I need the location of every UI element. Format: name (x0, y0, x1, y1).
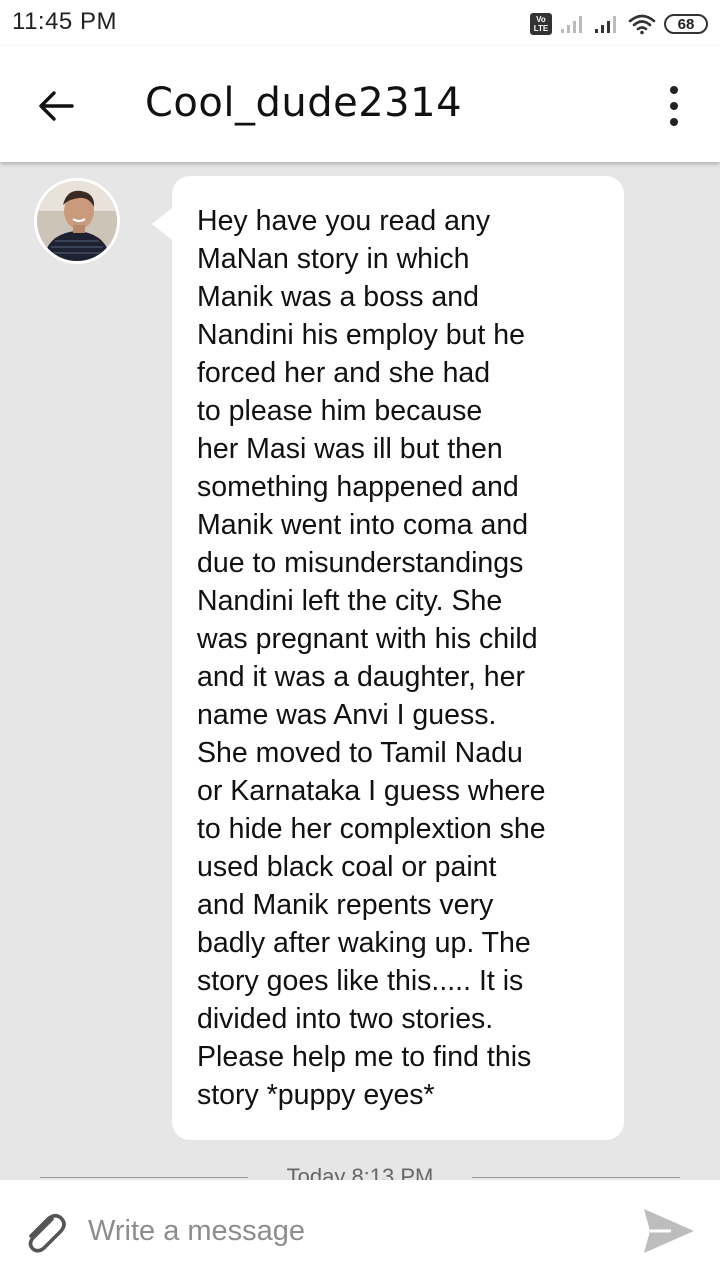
volte-icon: Vo LTE (530, 13, 552, 35)
more-vertical-icon-dot (670, 102, 678, 110)
bubble-tail (152, 208, 172, 240)
date-divider: Today 8:13 PM (40, 1160, 680, 1180)
attach-button[interactable] (16, 1204, 72, 1260)
avatar-image (37, 181, 117, 261)
more-options-button[interactable] (662, 86, 686, 126)
chat-area[interactable]: Hey have you read any MaNan story in whi… (0, 162, 720, 1180)
message-input[interactable] (88, 1206, 608, 1256)
status-icons: Vo LTE 68 (530, 10, 708, 38)
avatar[interactable] (34, 178, 120, 264)
message-text: Hey have you read any MaNan story in whi… (197, 205, 546, 1111)
arrow-left-icon (39, 91, 74, 121)
page-title: Cool_dude2314 (145, 80, 463, 126)
paperclip-icon (28, 1213, 66, 1253)
back-button[interactable] (30, 84, 82, 128)
status-time: 11:45 PM (12, 8, 117, 35)
wifi-icon (628, 14, 656, 35)
divider-line-right (472, 1177, 680, 1178)
signal-icon-sim2 (595, 16, 616, 33)
more-vertical-icon-dot (670, 86, 678, 94)
volte-label-bottom: LTE (533, 24, 549, 33)
volte-label-top: Vo (536, 15, 546, 24)
send-button[interactable] (640, 1202, 698, 1260)
message-bubble[interactable]: Hey have you read any MaNan story in whi… (152, 176, 624, 1140)
status-bar: 11:45 PM Vo LTE 68 (0, 0, 720, 46)
send-icon (644, 1209, 694, 1253)
app-bar: Cool_dude2314 (0, 46, 720, 162)
more-vertical-icon-dot (670, 118, 678, 126)
battery-icon: 68 (664, 14, 708, 34)
signal-icon-sim1 (561, 16, 582, 33)
battery-level: 68 (677, 15, 695, 33)
message-composer (0, 1180, 720, 1280)
